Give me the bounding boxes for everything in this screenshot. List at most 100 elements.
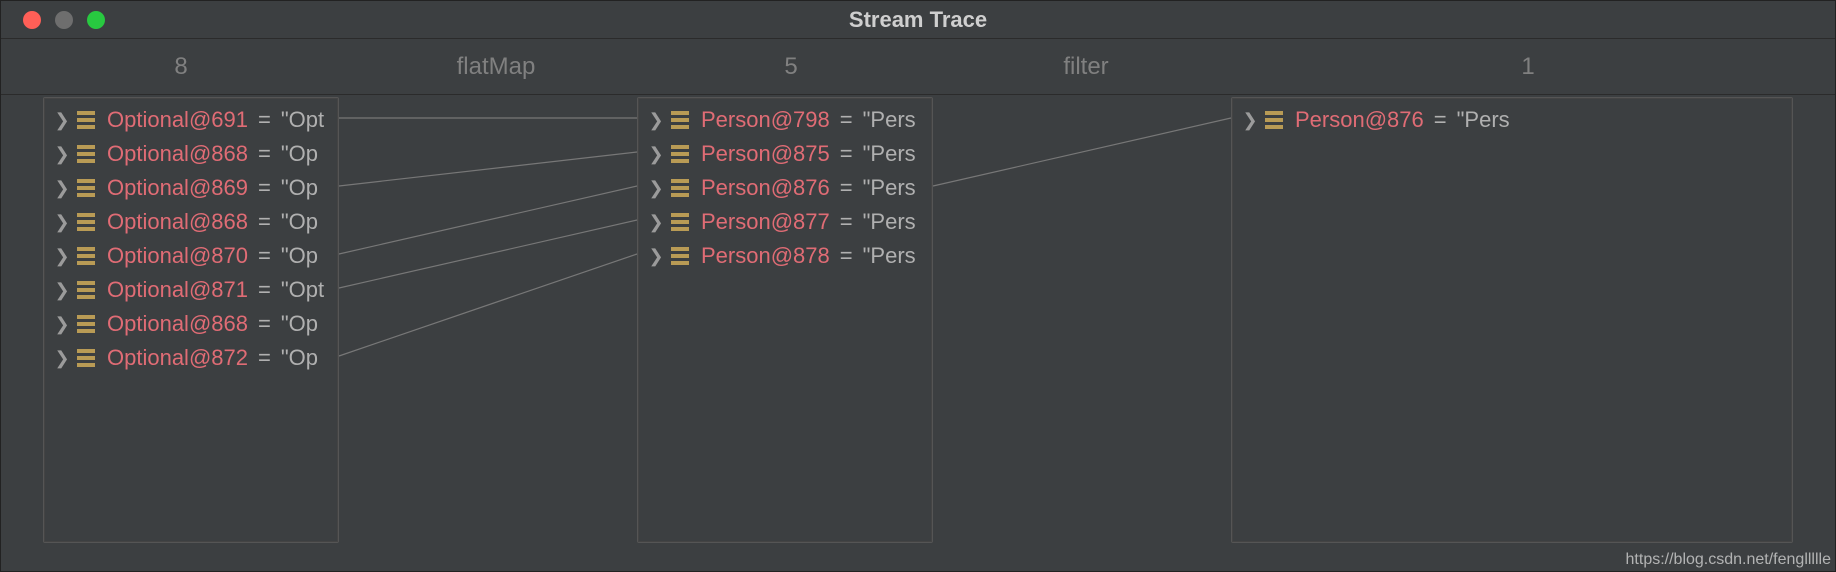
header-count-2: 5	[631, 39, 951, 94]
list-item[interactable]: ❯ Optional@868 = "Op	[45, 307, 337, 341]
object-icon	[1265, 111, 1283, 129]
object-value: "Opt	[281, 277, 324, 303]
object-icon	[671, 247, 689, 265]
panel-flatmap-list[interactable]: ❯ Person@798 = "Pers ❯ Person@875 = "Per…	[638, 98, 932, 542]
equals: =	[838, 141, 855, 167]
trace-body: ❯ Optional@691 = "Opt ❯ Optional@868 = "…	[1, 95, 1835, 571]
object-icon	[77, 145, 95, 163]
panel-input-list[interactable]: ❯ Optional@691 = "Opt ❯ Optional@868 = "…	[44, 98, 338, 542]
chevron-right-icon[interactable]: ❯	[649, 212, 663, 233]
window: Stream Trace 8 flatMap 5 filter 1 ❯	[0, 0, 1836, 572]
chevron-right-icon[interactable]: ❯	[55, 144, 69, 165]
object-value: "Op	[281, 311, 318, 337]
list-item[interactable]: ❯ Person@877 = "Pers	[639, 205, 931, 239]
object-value: "Pers	[1457, 107, 1510, 133]
equals: =	[256, 311, 273, 337]
list-item[interactable]: ❯ Optional@870 = "Op	[45, 239, 337, 273]
chevron-right-icon[interactable]: ❯	[55, 178, 69, 199]
object-value: "Pers	[863, 243, 916, 269]
object-value: "Pers	[863, 175, 916, 201]
chevron-right-icon[interactable]: ❯	[55, 110, 69, 131]
object-name: Person@875	[701, 141, 830, 167]
object-name: Optional@872	[107, 345, 248, 371]
chevron-right-icon[interactable]: ❯	[649, 246, 663, 267]
object-value: "Op	[281, 243, 318, 269]
object-name: Person@798	[701, 107, 830, 133]
list-item[interactable]: ❯ Optional@868 = "Op	[45, 205, 337, 239]
object-icon	[77, 281, 95, 299]
chevron-right-icon[interactable]: ❯	[649, 110, 663, 131]
panel-filter: ❯ Person@876 = "Pers	[1231, 97, 1793, 543]
list-item[interactable]: ❯ Person@875 = "Pers	[639, 137, 931, 171]
panel-flatmap: ❯ Person@798 = "Pers ❯ Person@875 = "Per…	[637, 97, 933, 543]
equals: =	[838, 175, 855, 201]
object-icon	[77, 179, 95, 197]
titlebar[interactable]: Stream Trace	[1, 1, 1835, 39]
equals: =	[256, 345, 273, 371]
list-item[interactable]: ❯ Person@876 = "Pers	[1233, 103, 1791, 137]
object-icon	[77, 247, 95, 265]
chevron-right-icon[interactable]: ❯	[55, 348, 69, 369]
object-name: Optional@691	[107, 107, 248, 133]
list-item[interactable]: ❯ Optional@691 = "Opt	[45, 103, 337, 137]
watermark: https://blog.csdn.net/fengllllle	[1626, 551, 1831, 569]
object-value: "Pers	[863, 209, 916, 235]
maximize-icon[interactable]	[87, 11, 105, 29]
equals: =	[1432, 107, 1449, 133]
chevron-right-icon[interactable]: ❯	[1243, 110, 1257, 131]
object-name: Person@876	[701, 175, 830, 201]
object-name: Person@876	[1295, 107, 1424, 133]
equals: =	[838, 243, 855, 269]
object-name: Optional@871	[107, 277, 248, 303]
list-item[interactable]: ❯ Person@878 = "Pers	[639, 239, 931, 273]
object-value: "Op	[281, 209, 318, 235]
equals: =	[838, 107, 855, 133]
object-name: Optional@868	[107, 141, 248, 167]
equals: =	[256, 277, 273, 303]
object-name: Optional@868	[107, 209, 248, 235]
window-title: Stream Trace	[849, 7, 987, 33]
chevron-right-icon[interactable]: ❯	[55, 280, 69, 301]
header-count-1: 8	[1, 39, 361, 94]
equals: =	[256, 209, 273, 235]
chevron-right-icon[interactable]: ❯	[649, 178, 663, 199]
list-item[interactable]: ❯ Optional@869 = "Op	[45, 171, 337, 205]
minimize-icon[interactable]	[55, 11, 73, 29]
equals: =	[256, 107, 273, 133]
equals: =	[256, 141, 273, 167]
object-name: Person@878	[701, 243, 830, 269]
list-item[interactable]: ❯ Person@798 = "Pers	[639, 103, 931, 137]
object-value: "Pers	[863, 141, 916, 167]
equals: =	[838, 209, 855, 235]
header-count-3: 1	[1221, 39, 1835, 94]
object-icon	[671, 213, 689, 231]
object-value: "Op	[281, 345, 318, 371]
object-icon	[671, 179, 689, 197]
close-icon[interactable]	[23, 11, 41, 29]
list-item[interactable]: ❯ Optional@871 = "Opt	[45, 273, 337, 307]
traffic-lights	[23, 11, 105, 29]
object-name: Person@877	[701, 209, 830, 235]
object-icon	[77, 315, 95, 333]
object-value: "Opt	[281, 107, 324, 133]
chevron-right-icon[interactable]: ❯	[649, 144, 663, 165]
list-item[interactable]: ❯ Optional@868 = "Op	[45, 137, 337, 171]
panel-filter-list[interactable]: ❯ Person@876 = "Pers	[1232, 98, 1792, 542]
object-name: Optional@870	[107, 243, 248, 269]
object-value: "Pers	[863, 107, 916, 133]
list-item[interactable]: ❯ Optional@872 = "Op	[45, 341, 337, 375]
panel-input: ❯ Optional@691 = "Opt ❯ Optional@868 = "…	[43, 97, 339, 543]
object-name: Optional@869	[107, 175, 248, 201]
list-item[interactable]: ❯ Person@876 = "Pers	[639, 171, 931, 205]
equals: =	[256, 243, 273, 269]
chevron-right-icon[interactable]: ❯	[55, 314, 69, 335]
header-op-filter: filter	[951, 39, 1221, 94]
object-icon	[77, 349, 95, 367]
header-op-flatmap: flatMap	[361, 39, 631, 94]
object-value: "Op	[281, 141, 318, 167]
object-icon	[77, 111, 95, 129]
object-value: "Op	[281, 175, 318, 201]
chevron-right-icon[interactable]: ❯	[55, 246, 69, 267]
equals: =	[256, 175, 273, 201]
chevron-right-icon[interactable]: ❯	[55, 212, 69, 233]
